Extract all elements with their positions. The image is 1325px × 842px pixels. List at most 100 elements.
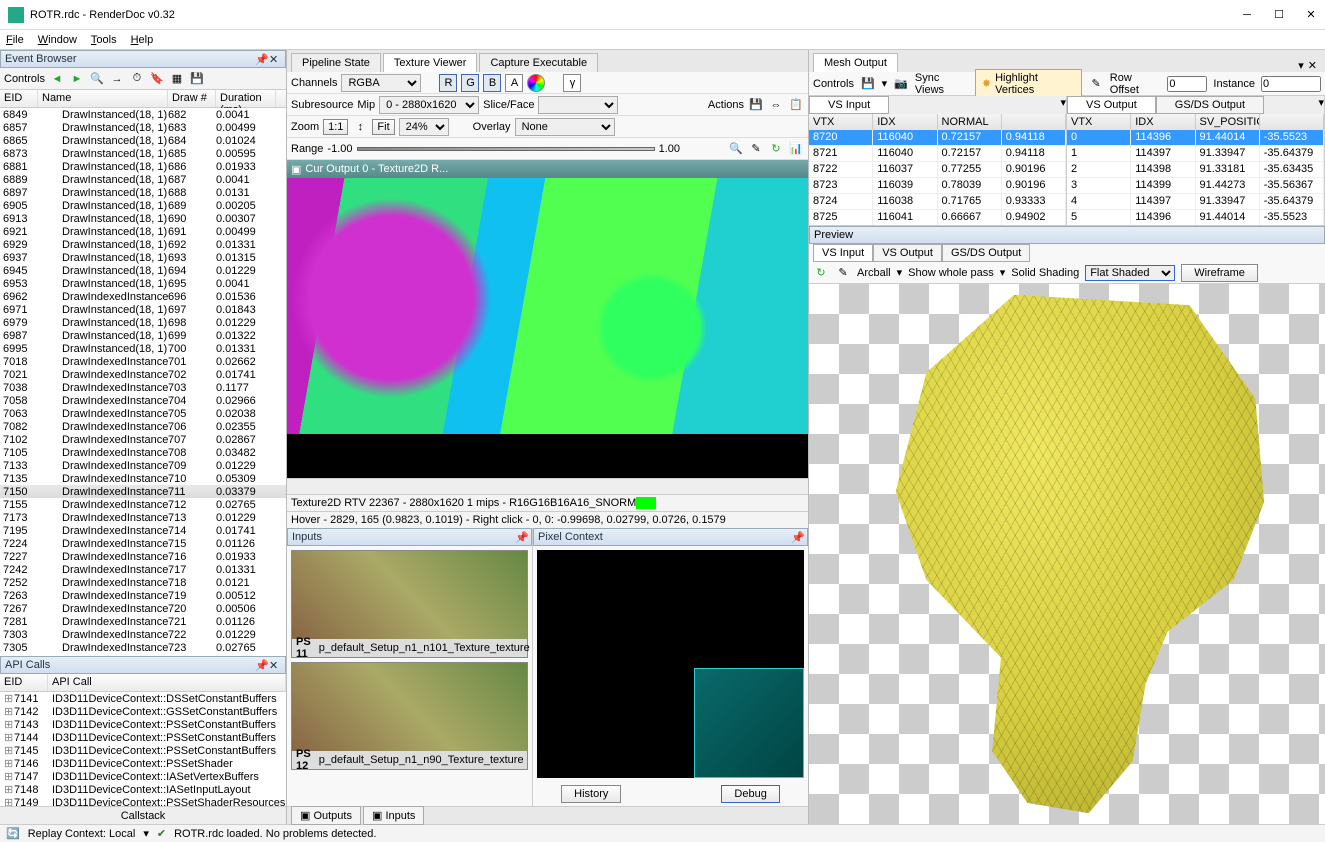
channel-b-button[interactable]: B — [483, 74, 501, 92]
dropdown-icon[interactable]: ▾ — [1318, 96, 1324, 114]
col-eid[interactable]: EID — [0, 674, 48, 691]
event-row[interactable]: 7173DrawIndexedInstanced(9...7130.01229 — [0, 511, 286, 524]
event-row[interactable]: 6881DrawInstanced(18, 1)6860.01933 — [0, 160, 286, 173]
dropdown-icon[interactable]: ▾ — [1000, 266, 1006, 279]
col-svpos[interactable]: SV_POSITION — [1196, 114, 1260, 130]
maximize-button[interactable]: ☐ — [1273, 9, 1285, 21]
highlight-vertices-button[interactable]: ✸Highlight Vertices — [975, 69, 1083, 99]
event-list[interactable]: 6849DrawInstanced(18, 1)6820.00416857Dra… — [0, 108, 286, 656]
pin-icon[interactable]: 📌 — [791, 531, 803, 543]
event-row[interactable]: 7303DrawIndexedInstanced(1...7220.01229 — [0, 628, 286, 641]
event-row[interactable]: 6953DrawInstanced(18, 1)6950.0041 — [0, 277, 286, 290]
sync-views-label[interactable]: Sync Views — [915, 72, 969, 96]
dropdown-icon[interactable]: ▾ — [897, 266, 903, 279]
event-row[interactable]: 7242DrawIndexedInstanced(5...7170.01331 — [0, 563, 286, 576]
col-draw[interactable]: Draw # — [168, 90, 216, 107]
event-row[interactable]: 6905DrawInstanced(18, 1)6890.00205 — [0, 199, 286, 212]
pin-icon[interactable]: 📌 — [515, 531, 527, 543]
menu-file[interactable]: File — [6, 34, 24, 46]
arcball-label[interactable]: Arcball — [857, 267, 891, 279]
table-row[interactable]: 211439891.33181-35.63435 — [1067, 162, 1324, 178]
pixel-context-view[interactable] — [537, 550, 804, 778]
event-row[interactable]: 6971DrawInstanced(18, 1)6970.01843 — [0, 303, 286, 316]
table-row[interactable]: 87231160390.780390.90196 — [809, 178, 1066, 194]
minimize-button[interactable]: ─ — [1241, 9, 1253, 21]
event-row[interactable]: 6913DrawInstanced(18, 1)6900.00307 — [0, 212, 286, 225]
table-row[interactable]: 87241160380.717650.93333 — [809, 194, 1066, 210]
table-row[interactable]: 311439991.44273-35.56367 — [1067, 178, 1324, 194]
col-eid[interactable]: EID — [0, 90, 38, 107]
menu-tools[interactable]: Tools — [91, 34, 117, 46]
table-row[interactable]: 87221160370.772550.90196 — [809, 162, 1066, 178]
event-row[interactable]: 7038DrawIndexedInstanced(5...7030.1177 — [0, 381, 286, 394]
gamma-button[interactable]: γ — [563, 74, 581, 92]
save-icon[interactable]: 💾 — [860, 76, 876, 92]
next-arrow-icon[interactable]: ► — [69, 71, 85, 87]
col-name[interactable]: Name — [38, 90, 168, 107]
event-row[interactable]: 6889DrawInstanced(18, 1)6870.0041 — [0, 173, 286, 186]
dropdown-icon[interactable]: ▾ — [1060, 96, 1066, 114]
col-idx[interactable]: IDX — [873, 114, 937, 130]
ptab-vs-input[interactable]: VS Input — [813, 244, 873, 262]
refresh-icon[interactable]: ↻ — [813, 265, 829, 281]
input-thumbnail[interactable]: PS 12p_default_Setup_n1_n90_Texture_text… — [291, 662, 528, 770]
table-row[interactable]: 87251160410.666670.94902 — [809, 210, 1066, 225]
goto-icon[interactable]: ⇔ — [768, 97, 784, 113]
bookmark-icon[interactable]: 🔖 — [149, 71, 165, 87]
api-row[interactable]: ⊞7147ID3D11DeviceContext::IASetVertexBuf… — [0, 770, 286, 783]
table-row[interactable]: 411439791.33947-35.64379 — [1067, 194, 1324, 210]
col-apicall[interactable]: API Call — [48, 674, 286, 691]
texture-tab-title[interactable]: ▣Cur Output 0 - Texture2D R... — [287, 160, 808, 178]
event-row[interactable]: 7018DrawIndexedInstanced(1...7010.02662 — [0, 355, 286, 368]
find-icon[interactable]: 🔍 — [89, 71, 105, 87]
api-row[interactable]: ⊞7141ID3D11DeviceContext::DSSetConstantB… — [0, 692, 286, 705]
instance-input[interactable] — [1261, 76, 1321, 92]
event-row[interactable]: 7150DrawIndexedInstance...7110.03379 — [0, 485, 286, 498]
table-row[interactable]: 87211160400.721570.94118 — [809, 146, 1066, 162]
reset-icon[interactable]: ↻ — [768, 141, 784, 157]
texture-view[interactable] — [287, 178, 808, 478]
histogram-icon[interactable]: 📊 — [788, 141, 804, 157]
event-row[interactable]: 6897DrawInstanced(18, 1)6880.0131 — [0, 186, 286, 199]
api-row[interactable]: ⊞7144ID3D11DeviceContext::PSSetConstantB… — [0, 731, 286, 744]
event-row[interactable]: 6849DrawInstanced(18, 1)6820.0041 — [0, 108, 286, 121]
tab-mesh-output[interactable]: Mesh Output — [813, 53, 898, 72]
tab-vs-output[interactable]: VS Output — [1067, 96, 1156, 114]
event-row[interactable]: 7058DrawIndexedInstanced(2...7040.02966 — [0, 394, 286, 407]
open-icon[interactable]: 📋 — [788, 97, 804, 113]
event-row[interactable]: 6929DrawInstanced(18, 1)6920.01331 — [0, 238, 286, 251]
tab-pipeline-state[interactable]: Pipeline State — [291, 53, 381, 72]
api-list[interactable]: ⊞7141ID3D11DeviceContext::DSSetConstantB… — [0, 692, 286, 806]
zoom-range-icon[interactable]: 🔍 — [728, 141, 744, 157]
event-row[interactable]: 7021DrawIndexedInstanced(7...7020.01741 — [0, 368, 286, 381]
event-row[interactable]: 7082DrawIndexedInstanced(3...7060.02355 — [0, 420, 286, 433]
event-row[interactable]: 7155DrawIndexedInstanced(2...7120.02765 — [0, 498, 286, 511]
show-whole-label[interactable]: Show whole pass — [908, 267, 994, 279]
row-offset-input[interactable] — [1167, 76, 1207, 92]
table-row[interactable]: 011439691.44014-35.5523 — [1067, 130, 1324, 146]
texture-hscroll[interactable] — [287, 478, 808, 494]
debug-button[interactable]: Debug — [721, 785, 779, 803]
table-row[interactable]: 87201160400.721570.94118 — [809, 130, 1066, 146]
event-row[interactable]: 6873DrawInstanced(18, 1)6850.00595 — [0, 147, 286, 160]
shading-select[interactable]: Flat Shaded — [1085, 265, 1175, 281]
event-row[interactable]: 7135DrawIndexedInstanced(2...7100.05309 — [0, 472, 286, 485]
goto-icon[interactable]: → — [109, 71, 125, 87]
event-row[interactable]: 7263DrawIndexedInstanced(3...7190.00512 — [0, 589, 286, 602]
channel-a-button[interactable]: A — [505, 74, 523, 92]
event-row[interactable]: 7227DrawIndexedInstanced(3...7160.01933 — [0, 550, 286, 563]
col-vtx[interactable]: VTX — [1067, 114, 1131, 130]
dropdown-icon[interactable]: ▾ — [882, 77, 888, 90]
tool-icon[interactable]: ✎ — [1088, 76, 1103, 92]
vs-output-rows[interactable]: 011439691.44014-35.5523111439791.33947-3… — [1067, 130, 1324, 225]
col-normal2[interactable] — [1002, 114, 1066, 130]
timer-icon[interactable]: ⏱ — [129, 71, 145, 87]
tab-gsds-output[interactable]: GS/DS Output — [1156, 96, 1264, 114]
close-icon[interactable]: ✕ — [1308, 59, 1317, 72]
tab-texture-viewer[interactable]: Texture Viewer — [383, 53, 478, 72]
slice-select[interactable] — [538, 96, 618, 114]
overlay-select[interactable]: None — [515, 118, 615, 136]
event-row[interactable]: 7063DrawIndexedInstanced(6...7050.02038 — [0, 407, 286, 420]
event-row[interactable]: 6921DrawInstanced(18, 1)6910.00499 — [0, 225, 286, 238]
api-row[interactable]: ⊞7142ID3D11DeviceContext::GSSetConstantB… — [0, 705, 286, 718]
